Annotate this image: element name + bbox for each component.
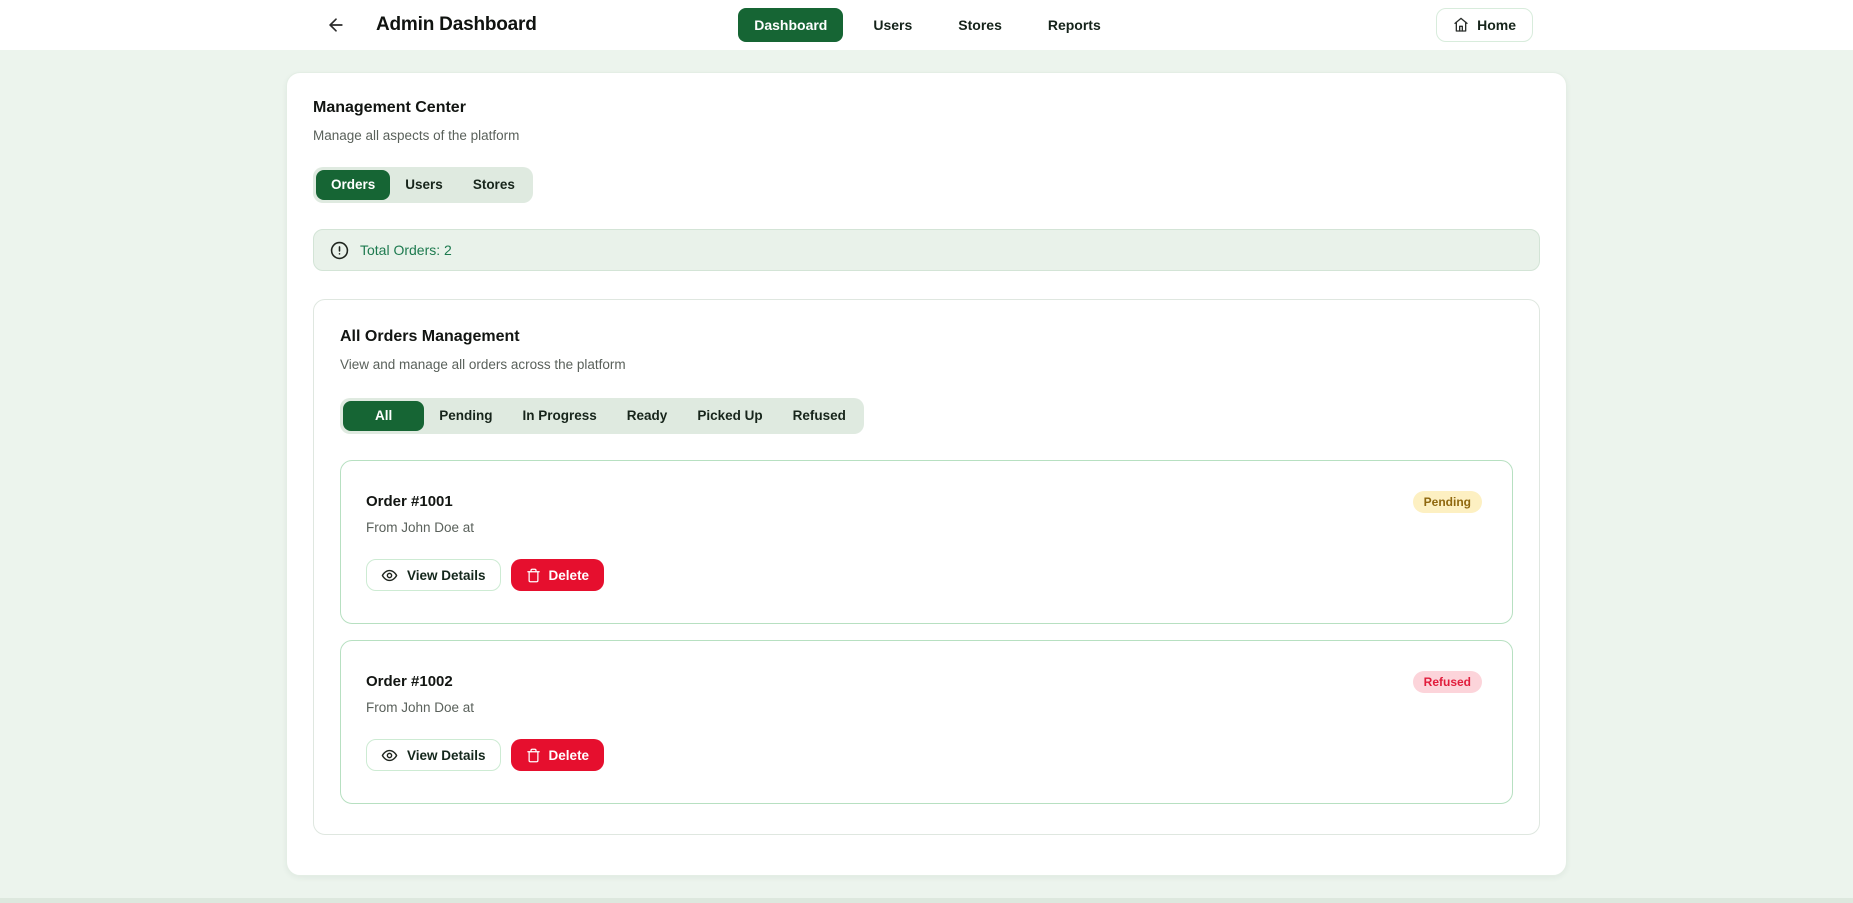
filter-ready[interactable]: Ready [612, 401, 683, 431]
app-title: Admin Dashboard [376, 14, 537, 36]
order-subtitle: From John Doe at [366, 699, 604, 717]
home-button[interactable]: Home [1436, 8, 1533, 42]
nav-item-reports[interactable]: Reports [1032, 8, 1117, 42]
management-center-card: Management Center Manage all aspects of … [286, 72, 1567, 876]
delete-label: Delete [549, 748, 590, 763]
view-details-label: View Details [407, 748, 486, 763]
home-icon [1453, 17, 1469, 33]
page-subtitle: Manage all aspects of the platform [313, 127, 1540, 145]
view-details-button[interactable]: View Details [366, 559, 501, 591]
order-subtitle: From John Doe at [366, 519, 604, 537]
nav-item-stores[interactable]: Stores [942, 8, 1018, 42]
order-actions: View Details Delete [366, 559, 604, 591]
filter-pending[interactable]: Pending [424, 401, 507, 431]
back-button[interactable] [322, 11, 350, 39]
delete-label: Delete [549, 568, 590, 583]
order-card-main: Order #1001 From John Doe at View Detail… [366, 491, 604, 591]
top-bar-left: Admin Dashboard [322, 11, 738, 39]
status-badge: Refused [1413, 671, 1482, 693]
trash-icon [526, 748, 541, 763]
nav-item-users[interactable]: Users [857, 8, 928, 42]
filter-in-progress[interactable]: In Progress [508, 401, 612, 431]
filter-picked-up[interactable]: Picked Up [682, 401, 777, 431]
eye-icon [381, 567, 398, 584]
total-orders-text: Total Orders: 2 [360, 242, 452, 258]
order-status-filters: All Pending In Progress Ready Picked Up … [340, 398, 864, 434]
management-tabs: Orders Users Stores [313, 167, 533, 203]
order-card-main: Order #1002 From John Doe at View Detail… [366, 671, 604, 771]
page-title: Management Center [313, 97, 1540, 119]
order-card: Order #1001 From John Doe at View Detail… [340, 460, 1513, 624]
view-details-label: View Details [407, 568, 486, 583]
top-bar: Admin Dashboard Dashboard Users Stores R… [0, 0, 1853, 50]
status-badge: Pending [1413, 491, 1482, 513]
page-body: Management Center Manage all aspects of … [0, 50, 1853, 903]
order-actions: View Details Delete [366, 739, 604, 771]
delete-button[interactable]: Delete [511, 739, 605, 771]
order-card: Order #1002 From John Doe at View Detail… [340, 640, 1513, 804]
total-orders-alert: Total Orders: 2 [313, 229, 1540, 271]
nav-item-dashboard[interactable]: Dashboard [738, 8, 843, 42]
view-details-button[interactable]: View Details [366, 739, 501, 771]
order-title: Order #1001 [366, 491, 604, 513]
filter-all[interactable]: All [343, 401, 424, 431]
eye-icon [381, 747, 398, 764]
home-button-label: Home [1477, 17, 1516, 33]
tab-orders[interactable]: Orders [316, 170, 390, 200]
trash-icon [526, 568, 541, 583]
orders-section-subtitle: View and manage all orders across the pl… [340, 356, 1513, 374]
top-nav: Dashboard Users Stores Reports [738, 8, 1117, 42]
alert-circle-icon [330, 241, 349, 260]
orders-section-title: All Orders Management [340, 326, 1513, 348]
top-bar-right: Home [1117, 8, 1829, 42]
arrow-left-icon [326, 15, 346, 35]
delete-button[interactable]: Delete [511, 559, 605, 591]
bottom-edge [0, 898, 1853, 903]
order-title: Order #1002 [366, 671, 604, 693]
tab-users[interactable]: Users [390, 170, 458, 200]
filter-refused[interactable]: Refused [778, 401, 861, 431]
all-orders-section: All Orders Management View and manage al… [313, 299, 1540, 835]
tab-stores[interactable]: Stores [458, 170, 530, 200]
